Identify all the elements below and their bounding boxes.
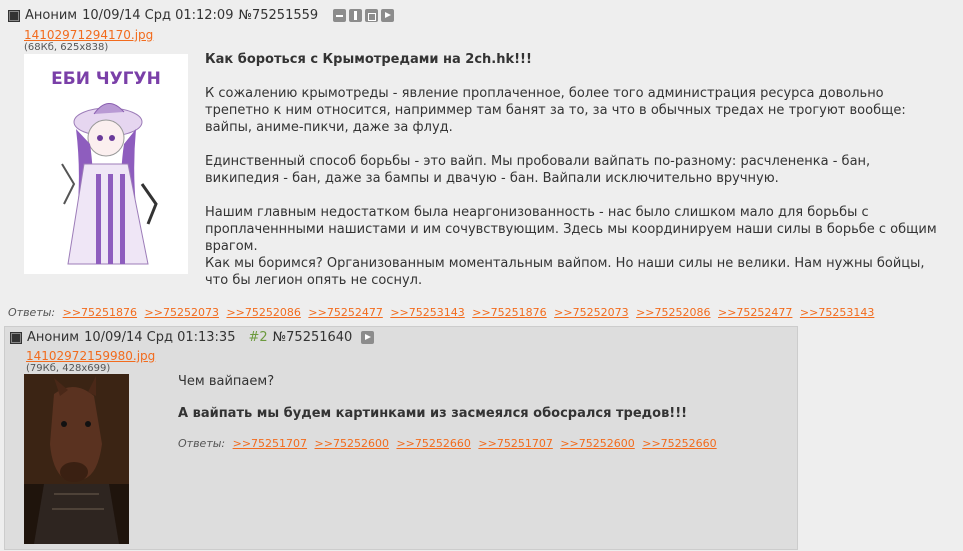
reply-link[interactable]: >>75252086 — [226, 306, 300, 319]
play-icon[interactable] — [381, 9, 395, 22]
op-paragraph: К сожалению крымотреды - явление проплач… — [205, 86, 906, 135]
reply-link[interactable]: >>75251876 — [63, 306, 137, 319]
reply-link[interactable]: >>75252660 — [396, 437, 470, 450]
play-icon[interactable] — [361, 331, 375, 344]
reply-link[interactable]: >>75252477 — [308, 306, 382, 319]
reply-order: #2 — [248, 330, 268, 345]
new-window-icon[interactable] — [365, 9, 379, 22]
reply-link[interactable]: >>75252600 — [560, 437, 634, 450]
replies-label: Ответы: — [178, 437, 226, 450]
reply-link[interactable]: >>75252600 — [315, 437, 389, 450]
reply-date: 10/09/14 Срд 01:13:35 — [84, 330, 236, 345]
reply-link[interactable]: >>75251707 — [478, 437, 552, 450]
expand-icon[interactable] — [349, 9, 363, 22]
reply-post-header: Аноним 10/09/14 Срд 01:13:35 #2 №7525164… — [10, 330, 375, 345]
reply-post-number[interactable]: №75251640 — [273, 330, 353, 345]
reply-select-checkbox[interactable] — [10, 331, 22, 344]
op-paragraph: Как мы боримся? Организованным моменталь… — [205, 256, 925, 288]
reply-link[interactable]: >>75251876 — [472, 306, 546, 319]
reply-link[interactable]: >>75253143 — [800, 306, 874, 319]
op-select-checkbox[interactable] — [8, 9, 20, 22]
op-author: Аноним — [25, 8, 78, 23]
op-replies: Ответы: >>75251876 >>75252073 >>75252086… — [8, 306, 878, 319]
reply-link[interactable]: >>75252477 — [718, 306, 792, 319]
reply-link[interactable]: >>75252073 — [554, 306, 628, 319]
hide-post-icon[interactable] — [333, 9, 347, 22]
op-file-meta: (68Кб, 625x838) — [24, 42, 109, 53]
op-post-number[interactable]: №75251559 — [238, 8, 318, 23]
horse-photo — [24, 374, 129, 544]
reply-link[interactable]: >>75253143 — [390, 306, 464, 319]
reply-replies: Ответы: >>75251707 >>75252600 >>75252660… — [178, 437, 721, 450]
reply-author: Аноним — [27, 330, 80, 345]
anime-girl-illustration: ЕБИ ЧУГУН — [51, 69, 161, 265]
reply-file-link[interactable]: 14102972159980.jpg — [26, 349, 155, 363]
reply-link[interactable]: >>75251707 — [233, 437, 307, 450]
op-title: Как бороться с Крымотредами на 2ch.hk!!! — [205, 52, 532, 67]
reply-line: Чем вайпаем? — [178, 374, 275, 389]
reply-line-bold: А вайпать мы будем картинками из засмеял… — [178, 406, 688, 421]
reply-thumbnail-image[interactable] — [24, 374, 129, 544]
op-paragraph: Нашим главным недостатком была неаргониз… — [205, 205, 937, 254]
reply-message: Чем вайпаем? А вайпать мы будем картинка… — [178, 373, 778, 422]
op-message: Как бороться с Крымотредами на 2ch.hk!!!… — [205, 51, 940, 289]
reply-link[interactable]: >>75252073 — [145, 306, 219, 319]
replies-label: Ответы: — [8, 306, 56, 319]
op-paragraph: Единственный способ борьбы - это вайп. М… — [205, 154, 871, 186]
reply-link[interactable]: >>75252086 — [636, 306, 710, 319]
op-file-link[interactable]: 14102971294170.jpg — [24, 28, 153, 42]
reply-file-meta: (79Кб, 428x699) — [26, 363, 111, 374]
thumb-caption: ЕБИ ЧУГУН — [51, 69, 161, 89]
reply-link[interactable]: >>75252660 — [642, 437, 716, 450]
op-post-header: Аноним 10/09/14 Срд 01:12:09 №75251559 — [8, 8, 395, 23]
op-date: 10/09/14 Срд 01:12:09 — [82, 8, 234, 23]
op-thumbnail-image[interactable]: ЕБИ ЧУГУН — [24, 54, 188, 274]
